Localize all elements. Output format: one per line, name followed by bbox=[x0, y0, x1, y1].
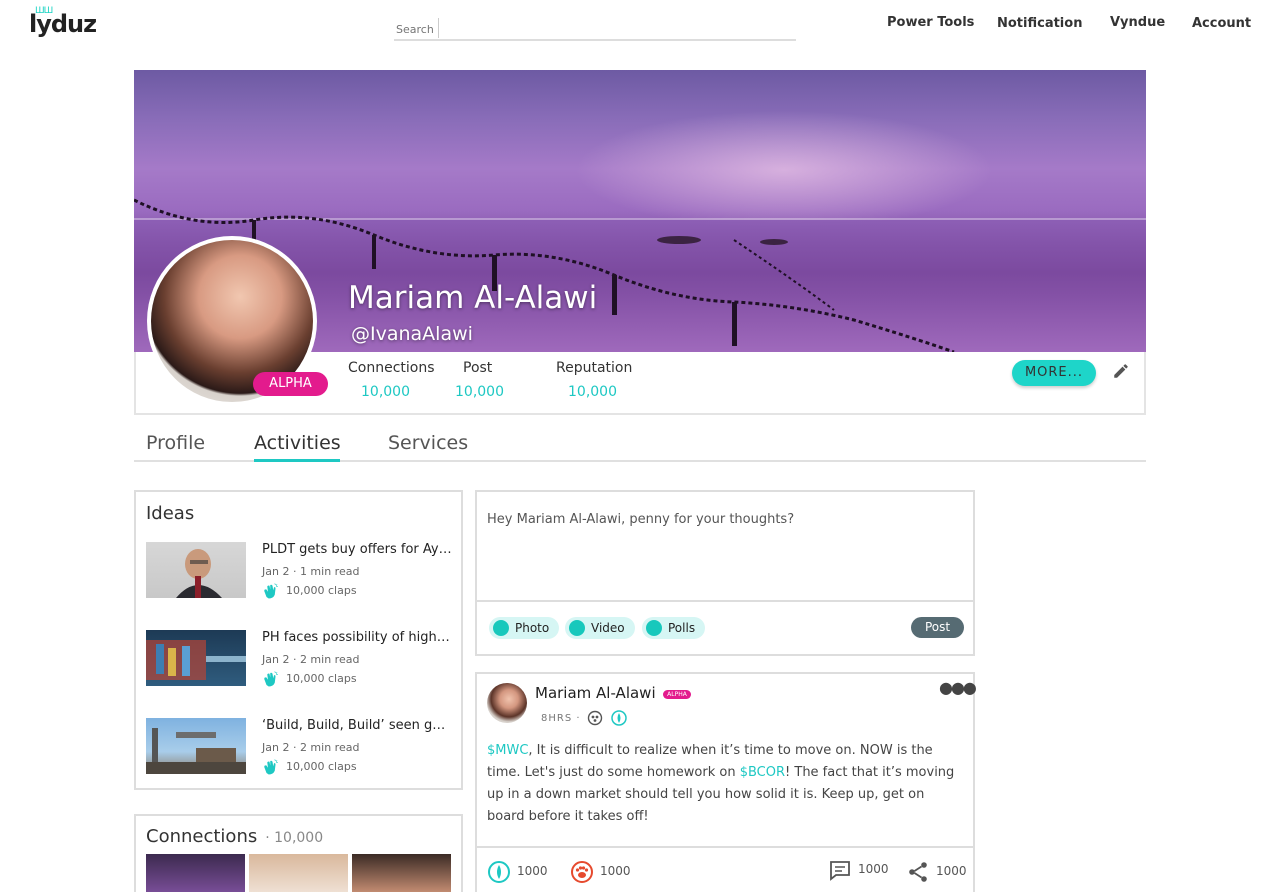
idea-thumbnail bbox=[146, 630, 246, 686]
idea-claps: 10,000 claps bbox=[262, 582, 357, 600]
idea-item[interactable]: ‘Build, Build, Build’ seen generating...… bbox=[146, 718, 456, 778]
post-card: Mariam Al-Alawi ALPHA 8HRS · ●●● $MWC, I… bbox=[475, 672, 977, 892]
search-input[interactable] bbox=[396, 20, 440, 38]
video-label: Video bbox=[591, 621, 625, 635]
stat-connections-value[interactable]: 10,000 bbox=[361, 384, 410, 400]
post-body: $MWC, It is difficult to realize when it… bbox=[487, 740, 957, 828]
pencil-icon[interactable] bbox=[1112, 362, 1130, 380]
alpha-badge: ALPHA bbox=[253, 372, 328, 396]
ticker-link[interactable]: $MWC bbox=[487, 743, 528, 758]
video-button[interactable]: Video bbox=[565, 617, 635, 639]
idea-item[interactable]: PH faces possibility of high inflation..… bbox=[146, 630, 456, 690]
tab-services[interactable]: Services bbox=[388, 432, 468, 454]
connections-title-text: Connections bbox=[146, 826, 258, 847]
idea-claps-count: 10,000 claps bbox=[286, 672, 357, 685]
photo-button[interactable]: Photo bbox=[489, 617, 560, 639]
connection-avatar[interactable] bbox=[146, 854, 245, 892]
ideas-title: Ideas bbox=[146, 503, 195, 524]
photo-label: Photo bbox=[515, 621, 550, 635]
search-divider bbox=[438, 18, 439, 38]
idea-item[interactable]: PLDT gets buy offers for Ayala... Jan 2 … bbox=[146, 542, 456, 602]
idea-title[interactable]: PLDT gets buy offers for Ayala... bbox=[262, 542, 452, 557]
idea-claps-count: 10,000 claps bbox=[286, 584, 357, 597]
post-time-text: 8HRS · bbox=[541, 713, 581, 724]
post-composer: Hey Mariam Al-Alawi, penny for your thou… bbox=[475, 490, 975, 656]
profile-handle: @IvanaAlawi bbox=[351, 323, 473, 345]
connections-title: Connections · 10,000 bbox=[146, 826, 323, 847]
nav-vyndue[interactable]: Vyndue bbox=[1110, 15, 1165, 30]
more-options-icon[interactable]: ●●● bbox=[939, 678, 977, 697]
globe-icon bbox=[587, 710, 602, 726]
comment-count: 1000 bbox=[858, 862, 889, 876]
bull-button[interactable]: 1000 bbox=[487, 858, 548, 884]
idea-meta: Jan 2 · 1 min read bbox=[262, 565, 360, 578]
idea-meta: Jan 2 · 2 min read bbox=[262, 653, 360, 666]
profile-page: ШШ lyduz Power Tools Notification Vyndue… bbox=[0, 0, 1277, 892]
ideas-panel: Ideas PLDT gets buy offers for Ayala... … bbox=[134, 490, 463, 790]
stat-reputation-label: Reputation bbox=[556, 360, 633, 376]
nav-power-tools[interactable]: Power Tools bbox=[887, 15, 974, 30]
idea-meta: Jan 2 · 2 min read bbox=[262, 741, 360, 754]
profile-name: Mariam Al-Alawi bbox=[348, 280, 598, 316]
connections-count: · 10,000 bbox=[265, 830, 324, 846]
stat-post-label: Post bbox=[463, 360, 493, 376]
post-divider bbox=[477, 846, 973, 848]
ticker-link[interactable]: $BCOR bbox=[740, 765, 785, 780]
connection-avatar[interactable] bbox=[352, 854, 451, 892]
logo-text: lyduz bbox=[29, 10, 97, 38]
connections-panel: Connections · 10,000 bbox=[134, 814, 463, 892]
idea-claps: 10,000 claps bbox=[262, 758, 357, 776]
bull-icon bbox=[488, 860, 510, 883]
polls-button[interactable]: Polls bbox=[642, 617, 706, 639]
clap-icon[interactable] bbox=[262, 758, 280, 776]
idea-claps-count: 10,000 claps bbox=[286, 760, 357, 773]
connection-avatar[interactable] bbox=[249, 854, 348, 892]
idea-claps: 10,000 claps bbox=[262, 670, 357, 688]
bull-count: 1000 bbox=[517, 864, 548, 878]
share-icon bbox=[909, 861, 927, 882]
lyduz-logo[interactable]: ШШ lyduz bbox=[29, 6, 97, 38]
stat-post-value[interactable]: 10,000 bbox=[455, 384, 504, 400]
bear-count: 1000 bbox=[600, 864, 631, 878]
clap-icon[interactable] bbox=[262, 582, 280, 600]
photo-icon bbox=[493, 620, 509, 636]
tab-activities[interactable]: Activities bbox=[254, 432, 341, 454]
post-author-name[interactable]: Mariam Al-Alawi bbox=[535, 684, 656, 702]
post-author-avatar[interactable] bbox=[487, 683, 527, 723]
nav-notification[interactable]: Notification bbox=[997, 16, 1082, 31]
composer-divider bbox=[477, 600, 973, 602]
post-button[interactable]: Post bbox=[911, 617, 964, 638]
polls-label: Polls bbox=[668, 621, 696, 635]
bear-button[interactable]: 1000 bbox=[570, 858, 631, 884]
share-button[interactable]: 1000 bbox=[906, 858, 967, 884]
share-count: 1000 bbox=[936, 864, 967, 878]
post-alpha-badge: ALPHA bbox=[663, 690, 691, 699]
clap-icon[interactable] bbox=[262, 670, 280, 688]
nav-account[interactable]: Account bbox=[1192, 16, 1251, 31]
polls-icon bbox=[646, 620, 662, 636]
bear-paw-icon bbox=[571, 860, 593, 883]
idea-thumbnail bbox=[146, 542, 246, 598]
post-timestamp: 8HRS · bbox=[541, 710, 627, 726]
more-button[interactable]: MORE... bbox=[1012, 360, 1096, 386]
stat-reputation-value[interactable]: 10,000 bbox=[568, 384, 617, 400]
idea-title[interactable]: ‘Build, Build, Build’ seen generating... bbox=[262, 718, 452, 733]
idea-thumbnail bbox=[146, 718, 246, 774]
composer-input[interactable]: Hey Mariam Al-Alawi, penny for your thou… bbox=[487, 512, 794, 527]
active-tab-indicator bbox=[254, 459, 340, 462]
tab-profile[interactable]: Profile bbox=[146, 432, 205, 454]
stat-connections-label: Connections bbox=[348, 360, 435, 376]
comment-icon bbox=[830, 860, 850, 881]
idea-title[interactable]: PH faces possibility of high inflation..… bbox=[262, 630, 452, 645]
comment-button[interactable]: 1000 bbox=[828, 856, 889, 882]
bull-sentiment-icon bbox=[611, 710, 627, 726]
search-bar[interactable] bbox=[394, 18, 796, 41]
video-icon bbox=[569, 620, 585, 636]
